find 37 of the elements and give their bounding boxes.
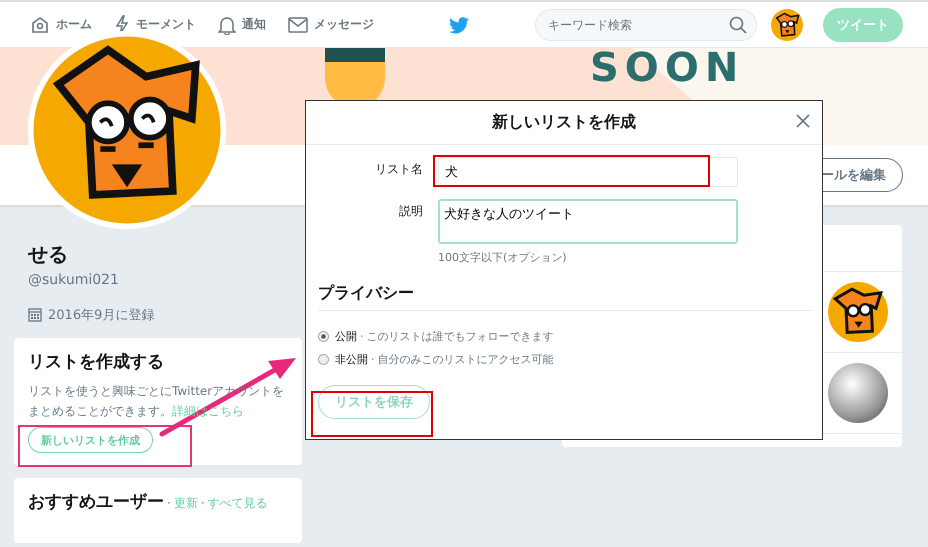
separator: · [371,353,374,366]
separator: · [167,496,171,510]
nav-link[interactable]: ホーム [30,14,92,34]
radio-button[interactable] [318,331,329,342]
nav-link[interactable]: 通知 [218,14,266,34]
option-description: このリストは誰でもフォローできます [366,329,554,344]
search-icon [729,16,747,34]
nav-link[interactable]: メッセージ [288,14,374,34]
close-button[interactable] [794,112,812,130]
home-icon [30,14,50,34]
dog-avatar-icon[interactable] [771,8,803,40]
option-description: 自分のみこのリストにアクセス可能 [378,352,554,367]
bird-logo-icon[interactable] [448,17,470,35]
card-title: おすすめユーザー [28,492,164,512]
dog-avatar-icon[interactable] [828,282,888,342]
field-label: リスト名 [374,161,423,178]
calendar-icon [28,308,42,322]
section-heading: プライバシー [318,277,812,311]
profile-handle: @sukumi021 [28,272,120,288]
option-label: 公開 [335,329,357,344]
separator: · [200,496,205,510]
notification-bell-icon [218,14,236,34]
card-title: リストを作成する [28,351,165,373]
join-date: 2016年9月に登録 [48,307,154,324]
option-label: 非公開 [335,352,368,367]
envelope-icon [288,16,308,32]
description-field[interactable]: 犬好きな人のツイート [438,199,738,244]
search-field[interactable]: キーワード検索 [535,8,757,40]
field-hint: 100文字以下(オプション) [438,250,568,265]
radio-button[interactable] [318,354,329,365]
field-label: 説明 [398,203,423,220]
nav-link[interactable]: モーメント [114,14,196,34]
dialog-title: 新しいリストを作成 [492,112,636,133]
separator: · [360,330,364,343]
profile-name: せる [28,241,69,268]
banner-text: SOON [590,44,744,92]
list-name-field[interactable]: 犬 [438,157,738,187]
